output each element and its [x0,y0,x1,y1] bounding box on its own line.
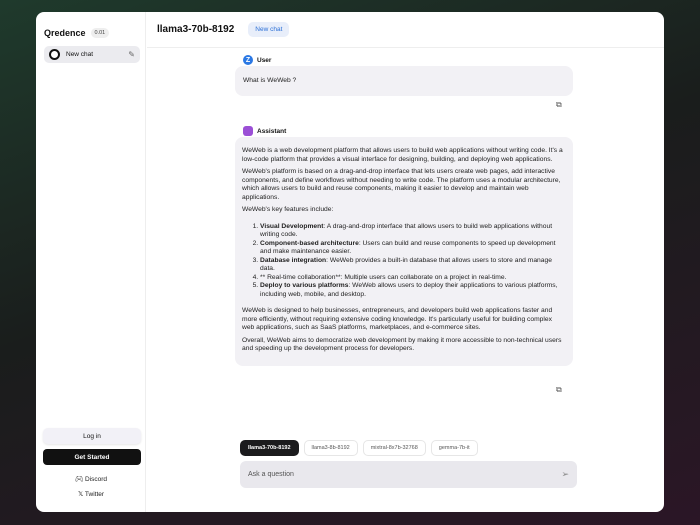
list-item: ** Real-time collaboration**: Multiple u… [260,274,566,283]
feature-title: Database integration [260,256,327,264]
model-chip[interactable]: llama3-70b-8192 [240,440,299,456]
user-message-text: What is WeWeb ? [243,77,297,84]
input-placeholder: Ask a question [248,471,294,478]
get-started-button[interactable]: Get Started [43,449,141,465]
feature-title: Deploy to various platforms [260,282,349,289]
discord-link[interactable]: 🎮︎ Discord [36,475,146,483]
version-badge: 0.01 [90,28,110,38]
model-title: llama3-70b-8192 [157,24,235,35]
assistant-avatar-icon [243,126,253,136]
model-chip[interactable]: llama3-8b-8192 [303,440,358,456]
user-message: What is WeWeb ? [235,66,573,96]
list-item: Visual Development: A drag-and-drop inte… [260,223,566,240]
model-chip[interactable]: mixtral-8x7b-32768 [362,440,426,456]
twitter-label: Twitter [84,491,105,498]
brand-name: Qredence [44,28,86,38]
sidebar: Qredence 0.01 New chat ✎ Log in Get Starte… [36,12,146,512]
model-selector: llama3-70b-8192 llama3-8b-8192 mixtral-8… [240,440,577,456]
chat-avatar-icon [49,49,60,60]
discord-label: Discord [85,476,108,483]
feature-title: Visual Development [260,222,324,230]
paragraph: Overall, WeWeb aims to democratize web d… [242,336,562,353]
x-icon: 𝕏 [77,491,85,498]
assistant-role: Assistant [243,126,286,136]
user-role: Z User [243,55,271,65]
edit-icon[interactable]: ✎ [128,50,135,59]
list-item: Component-based architecture: Users can … [260,240,566,257]
copy-icon[interactable]: ⧉ [556,385,562,395]
question-input[interactable]: Ask a question ➢ [240,461,577,488]
paragraph: WeWeb is a web development platform that… [242,147,563,163]
login-button[interactable]: Log in [43,428,141,444]
paragraph: WeWeb's key features include: [242,206,334,213]
assistant-role-label: Assistant [257,127,287,135]
assistant-message: WeWeb is a web development platform that… [235,137,573,366]
brand: Qredence 0.01 [44,28,110,38]
feature-list: Visual Development: A drag-and-drop inte… [242,223,566,300]
feature-title: Component-based architecture [260,239,359,247]
chat-item-label: New chat [66,51,94,58]
app-window: Qredence 0.01 New chat ✎ Log in Get Starte… [36,12,664,512]
list-item: Database integration: WeWeb provides a b… [260,257,566,274]
user-role-label: User [257,56,272,64]
paragraph: WeWeb's platform is based on a drag-and-… [242,168,561,201]
user-avatar-icon: Z [243,55,253,65]
chat-list-item[interactable]: New chat ✎ [44,46,140,63]
header: llama3-70b-8192 New chat [147,12,664,48]
feature-text: ** Real-time collaboration**: Multiple u… [260,273,507,281]
list-item: Deploy to various platforms: WeWeb allow… [260,282,566,299]
send-icon[interactable]: ➢ [561,469,569,480]
model-chip[interactable]: gemma-7b-it [430,440,478,456]
paragraph: WeWeb is designed to help businesses, en… [242,307,553,331]
copy-icon[interactable]: ⧉ [556,100,562,110]
new-chat-button[interactable]: New chat [248,22,290,37]
discord-icon: 🎮︎ [74,476,85,483]
composer: llama3-70b-8192 llama3-8b-8192 mixtral-8… [235,432,577,492]
twitter-link[interactable]: 𝕏 Twitter [36,490,146,498]
